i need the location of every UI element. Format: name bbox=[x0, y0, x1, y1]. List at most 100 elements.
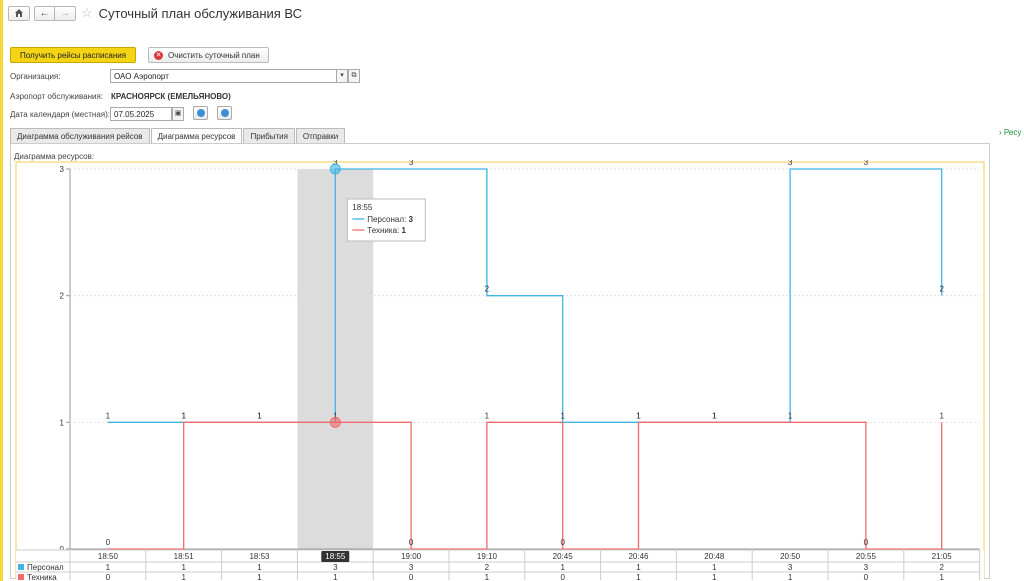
legend-swatch bbox=[18, 574, 24, 580]
hover-marker bbox=[329, 416, 341, 428]
table-cell: 1 bbox=[636, 573, 641, 580]
table-cell: 1 bbox=[257, 573, 262, 580]
arrow-right-icon: → bbox=[60, 7, 70, 19]
data-label: 0 bbox=[409, 538, 414, 547]
next-day-button[interactable] bbox=[217, 106, 232, 120]
data-label: 1 bbox=[106, 411, 111, 420]
table-cell: 1 bbox=[939, 573, 944, 580]
data-table-bg bbox=[16, 550, 984, 580]
open-icon: ⧉ bbox=[351, 72, 357, 79]
legend-label: Персонал bbox=[27, 563, 64, 572]
data-label: 1 bbox=[712, 411, 717, 420]
calendar-icon: ▣ bbox=[174, 110, 182, 117]
calendar-button[interactable]: ▣ bbox=[172, 107, 184, 121]
table-cell: 1 bbox=[712, 563, 717, 572]
x-tick-label: 18:55 bbox=[325, 552, 346, 561]
table-cell: 1 bbox=[485, 573, 490, 580]
tooltip-row: Персонал: 3 bbox=[367, 215, 413, 224]
table-cell: 1 bbox=[106, 563, 111, 572]
y-tick-label: 3 bbox=[60, 165, 65, 174]
clear-plan-button[interactable]: ✕ Очистить суточный план bbox=[148, 47, 269, 63]
data-label: 1 bbox=[257, 411, 262, 420]
data-label: 1 bbox=[636, 411, 641, 420]
table-cell: 2 bbox=[485, 563, 490, 572]
data-label: 1 bbox=[485, 411, 490, 420]
star-icon[interactable]: ☆ bbox=[81, 5, 93, 21]
x-tick-label: 20:45 bbox=[553, 552, 574, 561]
legend-label: Техника bbox=[27, 573, 57, 580]
tooltip-time: 18:55 bbox=[352, 203, 373, 212]
table-cell: 1 bbox=[636, 563, 641, 572]
x-tick-label: 20:50 bbox=[780, 552, 801, 561]
table-cell: 0 bbox=[560, 573, 565, 580]
series-line-personnel bbox=[107, 168, 943, 423]
hover-marker bbox=[329, 163, 341, 175]
x-tick-label: 20:46 bbox=[628, 552, 649, 561]
resources-panel: Диаграмма ресурсов: 01231113321113320111… bbox=[10, 143, 990, 580]
table-cell: 1 bbox=[712, 573, 717, 580]
clear-plan-label: Очистить суточный план bbox=[168, 50, 260, 60]
legend-swatch bbox=[18, 564, 24, 570]
x-tick-label: 18:50 bbox=[98, 552, 119, 561]
x-tick-label: 20:55 bbox=[856, 552, 877, 561]
table-cell: 1 bbox=[181, 573, 186, 580]
table-cell: 3 bbox=[409, 563, 414, 572]
tab-bar: Диаграмма обслуживания рейсов Диаграмма … bbox=[10, 128, 346, 145]
prev-day-button[interactable] bbox=[193, 106, 208, 120]
org-open-button[interactable]: ⧉ bbox=[348, 69, 360, 83]
table-cell: 1 bbox=[257, 563, 262, 572]
table-cell: 3 bbox=[864, 563, 869, 572]
tab-arrivals[interactable]: Прибытия bbox=[243, 128, 295, 144]
table-cell: 1 bbox=[788, 573, 793, 580]
date-field[interactable]: 07.05.2025 bbox=[110, 107, 172, 121]
side-panel-link[interactable]: › Ресу bbox=[999, 128, 1021, 137]
resources-chart[interactable]: 012311133211133201110101110118:55Персона… bbox=[12, 160, 990, 580]
data-label: 2 bbox=[485, 285, 490, 294]
org-label: Организация: bbox=[10, 72, 61, 81]
table-cell: 1 bbox=[560, 563, 565, 572]
org-dropdown-button[interactable]: ▾ bbox=[336, 69, 348, 83]
back-button[interactable]: ← bbox=[34, 5, 55, 21]
side-link-label: Ресу bbox=[1003, 128, 1022, 137]
get-flights-button[interactable]: Получить рейсы расписания bbox=[10, 47, 137, 63]
dropdown-icon: ▾ bbox=[340, 72, 344, 79]
x-tick-label: 19:00 bbox=[401, 552, 422, 561]
table-cell: 1 bbox=[181, 563, 186, 572]
data-label: 1 bbox=[181, 411, 186, 420]
data-label: 0 bbox=[864, 538, 869, 547]
airport-label: Аэропорт обслуживания: bbox=[10, 92, 104, 101]
tooltip-row: Техника: 1 bbox=[367, 226, 406, 235]
table-cell: 0 bbox=[864, 573, 869, 580]
chart-frame bbox=[15, 161, 985, 579]
table-cell: 3 bbox=[788, 563, 793, 572]
data-label: 3 bbox=[864, 160, 869, 167]
data-label: 3 bbox=[409, 160, 414, 167]
table-cell: 0 bbox=[106, 573, 111, 580]
x-tick-label: 18:53 bbox=[249, 552, 270, 561]
x-tick-label: 19:10 bbox=[477, 552, 498, 561]
x-tick-label: 18:51 bbox=[174, 552, 195, 561]
left-accent-bar bbox=[0, 0, 3, 581]
home-button[interactable] bbox=[8, 5, 30, 21]
data-label: 0 bbox=[106, 538, 111, 547]
page-title: Суточный план обслуживания ВС bbox=[98, 5, 303, 21]
org-field[interactable]: ОАО Аэропорт bbox=[110, 69, 337, 83]
table-cell: 2 bbox=[939, 563, 944, 572]
data-label: 1 bbox=[939, 411, 944, 420]
arrow-right-icon bbox=[221, 109, 229, 117]
home-icon bbox=[15, 9, 23, 17]
data-label: 3 bbox=[788, 160, 793, 167]
data-label: 1 bbox=[560, 411, 565, 420]
date-label: Дата календаря (местная): bbox=[10, 110, 110, 119]
airport-value: КРАСНОЯРСК (ЕМЕЛЬЯНОВО) bbox=[111, 92, 231, 101]
table-cell: 0 bbox=[409, 573, 414, 580]
x-tick-label: 21:05 bbox=[932, 552, 953, 561]
window-header: ← → ☆ Суточный план обслуживания ВС bbox=[8, 4, 302, 22]
data-label: 0 bbox=[560, 538, 565, 547]
arrow-left-icon bbox=[197, 109, 205, 117]
forward-button[interactable]: → bbox=[55, 5, 76, 21]
tab-departures[interactable]: Отправки bbox=[295, 128, 346, 144]
data-label: 1 bbox=[788, 411, 793, 420]
tab-flights-diagram[interactable]: Диаграмма обслуживания рейсов bbox=[10, 128, 150, 144]
table-cell: 1 bbox=[333, 573, 338, 580]
